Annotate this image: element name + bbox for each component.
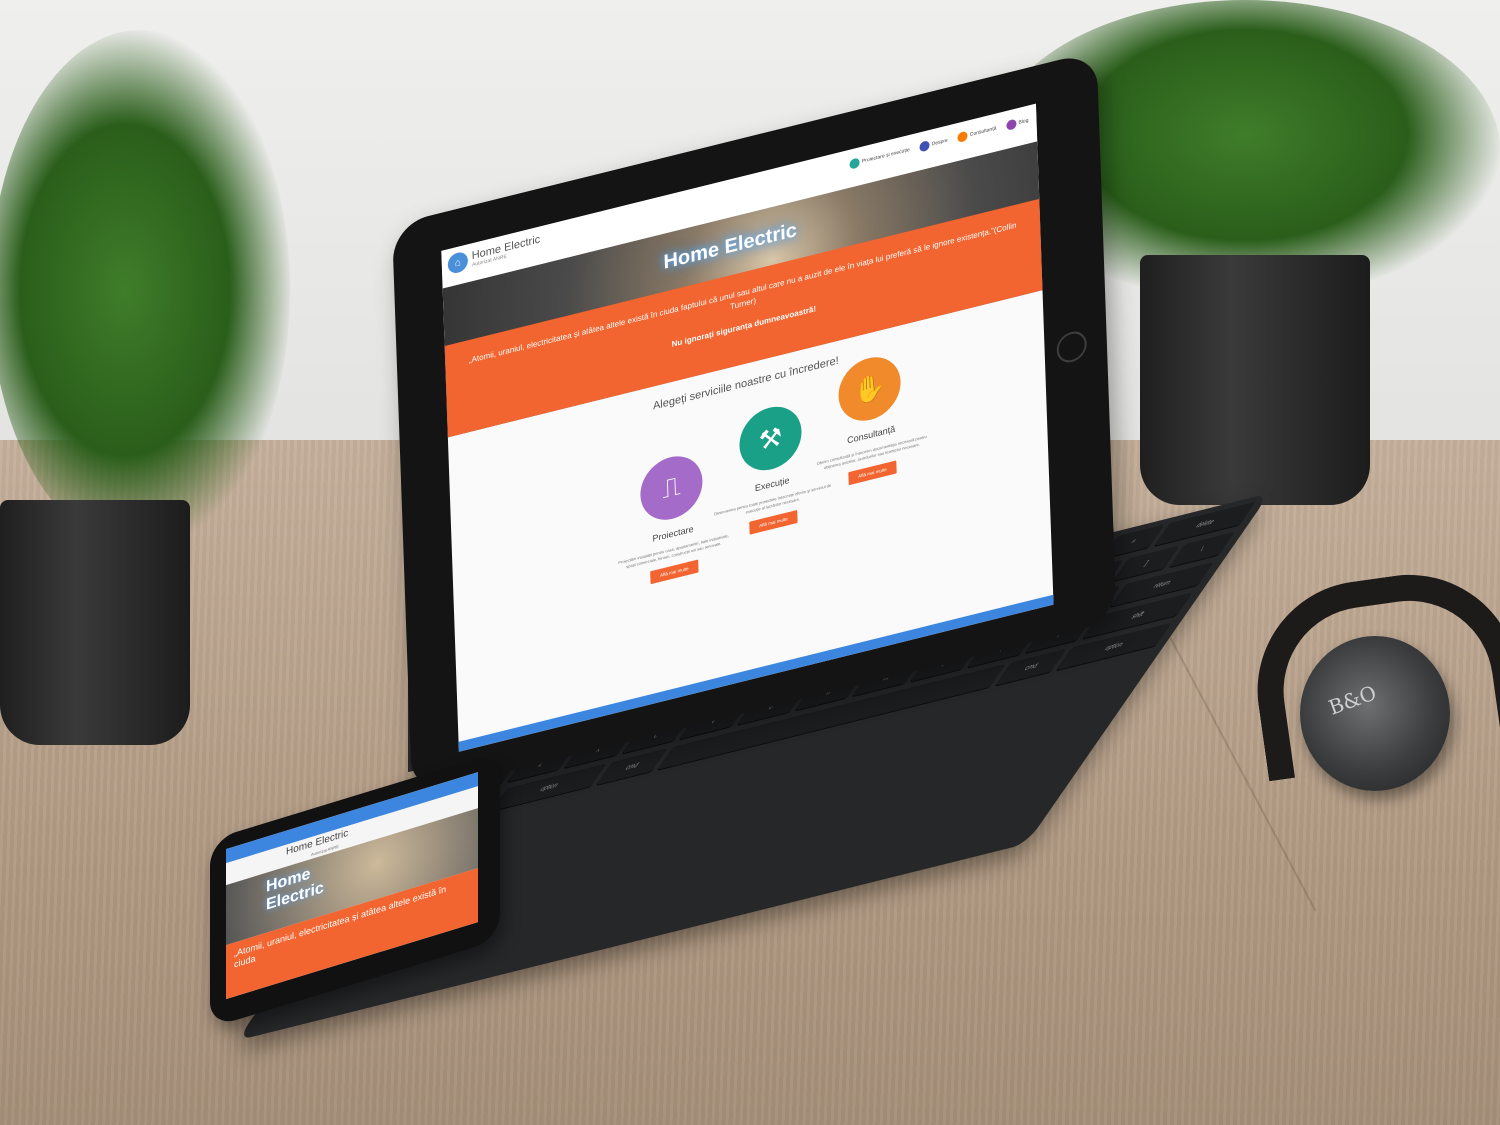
house-icon: ⌂ <box>447 250 469 276</box>
service-more-button[interactable]: Află mai multe <box>748 510 798 535</box>
nav-label: Proiectare și execuție <box>861 146 910 165</box>
service-more-button[interactable]: Află mai multe <box>649 559 699 585</box>
nav-item-proiectare[interactable]: Proiectare și execuție <box>849 145 910 170</box>
headphones-cup <box>1300 636 1450 791</box>
info-icon <box>919 140 930 153</box>
nav-item-consultanta[interactable]: Consultanță <box>957 123 997 143</box>
blog-icon <box>1006 118 1017 131</box>
service-more-button[interactable]: Află mai multe <box>848 460 897 486</box>
circuit-icon: ⎍ <box>639 449 704 527</box>
nav-label: Despre <box>931 137 948 148</box>
handshake-icon <box>957 130 968 143</box>
nav-item-despre[interactable]: Despre <box>919 136 948 153</box>
left-plant-pot <box>0 500 190 745</box>
screwdriver-icon: ⚒ <box>738 400 803 477</box>
nav-label: Blog <box>1018 117 1029 126</box>
right-plant-pot <box>1140 255 1370 505</box>
lightbulb-icon <box>849 157 861 170</box>
left-plant-foliage <box>0 30 290 550</box>
nav-item-blog[interactable]: Blog <box>1006 116 1029 131</box>
nav-label: Consultanță <box>969 125 997 139</box>
